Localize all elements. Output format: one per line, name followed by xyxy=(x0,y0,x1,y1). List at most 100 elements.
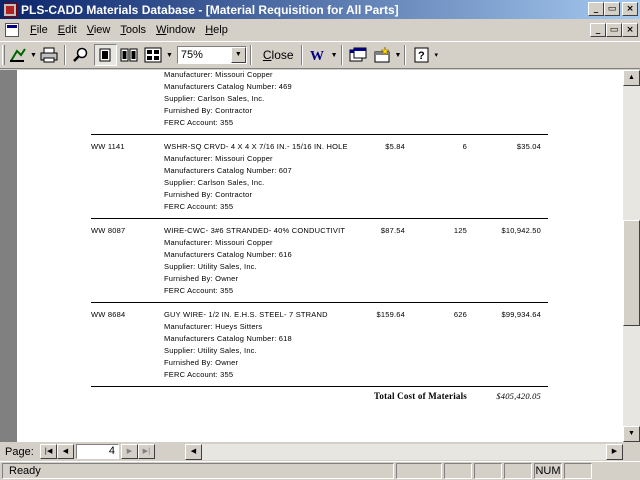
quantity: 6 xyxy=(462,142,467,151)
record-detail-line: Furnished By: Owner xyxy=(164,274,239,283)
printer-icon xyxy=(40,47,58,63)
item-description: WSHR-SQ CRVD- 4 X 4 X 7/16 IN.- 15/16 IN… xyxy=(164,142,348,151)
doc-close-button[interactable]: × xyxy=(622,23,638,37)
magnifier-icon xyxy=(73,47,88,62)
svg-text:?: ? xyxy=(418,50,425,62)
record-divider xyxy=(91,218,548,219)
scroll-up-button[interactable]: ▲ xyxy=(623,70,640,86)
one-page-icon xyxy=(99,48,111,62)
database-window-icon xyxy=(349,47,367,62)
line-total: $10,942.50 xyxy=(501,226,541,235)
zoom-button[interactable] xyxy=(70,44,93,66)
design-view-icon xyxy=(9,48,26,62)
multiple-pages-button[interactable] xyxy=(142,44,165,66)
previous-page-button[interactable]: ◀ xyxy=(57,444,74,459)
stock-number: WW 1141 xyxy=(91,142,125,151)
toolbar-separator xyxy=(340,45,343,65)
two-pages-button[interactable] xyxy=(118,44,141,66)
record-detail-line: Furnished By: Contractor xyxy=(164,190,253,199)
chevron-down-icon[interactable]: ▼ xyxy=(395,52,402,59)
vertical-scroll-thumb[interactable] xyxy=(623,220,640,326)
close-window-button[interactable]: × xyxy=(622,2,638,16)
record-detail-line: Manufacturer: Hueys Sitters xyxy=(164,322,263,331)
title-bar: PLS-CADD Materials Database - [Material … xyxy=(0,0,640,19)
record-detail-line: Supplier: Utility Sales, Inc. xyxy=(164,262,257,271)
vertical-scrollbar[interactable]: ▲ ▼ xyxy=(623,70,640,442)
multiple-pages-icon xyxy=(144,47,162,63)
menu-edit[interactable]: Edit xyxy=(53,24,82,36)
stock-number: WW 8684 xyxy=(91,310,126,319)
minimize-button[interactable]: _ xyxy=(588,2,604,16)
chevron-down-icon[interactable]: ▼ xyxy=(331,52,338,59)
scroll-down-button[interactable]: ▼ xyxy=(623,426,640,442)
status-indicator-empty xyxy=(444,463,472,479)
restore-button[interactable]: ▭ xyxy=(604,2,620,16)
num-lock-indicator: NUM xyxy=(534,463,562,479)
record-detail-line: Manufacturers Catalog Number: 607 xyxy=(164,166,292,175)
record-detail-line: FERC Account: 355 xyxy=(164,202,234,211)
record-detail-line: Manufacturer: Missouri Copper xyxy=(164,70,273,79)
chevron-down-icon[interactable]: ▾ xyxy=(434,51,438,59)
unit-cost: $159.64 xyxy=(376,310,405,319)
zoom-dropdown-arrow[interactable]: ▼ xyxy=(230,47,246,63)
unit-cost: $5.84 xyxy=(385,142,405,151)
menu-tools[interactable]: Tools xyxy=(115,24,151,36)
record-detail-line: FERC Account: 355 xyxy=(164,118,234,127)
report-page[interactable]: Manufacturer: Missouri Copper Manufactur… xyxy=(17,70,623,442)
menu-window[interactable]: Window xyxy=(151,24,200,36)
new-object-button[interactable] xyxy=(371,44,394,66)
status-indicator-empty xyxy=(396,463,442,479)
record-detail-line: Manufacturers Catalog Number: 616 xyxy=(164,250,292,259)
scroll-right-button[interactable]: ▶ xyxy=(606,444,623,460)
new-object-icon xyxy=(374,47,390,63)
database-window-button[interactable] xyxy=(347,44,370,66)
print-preview-toolbar: ▼ ▼ 75% ▼ Close W ▼ ▼ ? ▾ xyxy=(0,41,640,69)
word-icon: W xyxy=(310,49,324,63)
doc-minimize-button[interactable]: _ xyxy=(590,23,606,37)
next-page-button[interactable]: ▶ xyxy=(121,444,138,459)
record-detail-line: FERC Account: 355 xyxy=(164,370,234,379)
menu-view[interactable]: View xyxy=(82,24,116,36)
window-title: PLS-CADD Materials Database - [Material … xyxy=(21,2,399,17)
toolbar-separator xyxy=(300,45,303,65)
toolbar-separator xyxy=(404,45,407,65)
chevron-down-icon[interactable]: ▼ xyxy=(30,52,37,59)
record-divider xyxy=(91,302,548,303)
status-indicator-empty xyxy=(474,463,502,479)
zoom-select[interactable]: 75% ▼ xyxy=(176,46,247,64)
horizontal-scrollbar[interactable]: ◀ ▶ xyxy=(185,444,623,460)
report-preview-area: Manufacturer: Missouri Copper Manufactur… xyxy=(0,70,623,442)
scroll-left-button[interactable]: ◀ xyxy=(185,444,202,460)
close-preview-button[interactable]: Close xyxy=(259,48,298,62)
help-button[interactable]: ? xyxy=(410,44,433,66)
status-indicator-empty xyxy=(504,463,532,479)
status-bar: Ready NUM xyxy=(0,461,640,480)
app-icon[interactable] xyxy=(3,2,17,17)
status-indicator-empty xyxy=(564,463,592,479)
one-page-button[interactable] xyxy=(93,44,117,66)
menu-bar: File Edit View Tools Window Help _ ▭ × xyxy=(0,19,640,41)
help-icon: ? xyxy=(414,47,429,63)
menu-file[interactable]: File xyxy=(25,24,53,36)
print-button[interactable] xyxy=(38,44,61,66)
doc-restore-button[interactable]: ▭ xyxy=(606,23,622,37)
item-description: WIRE-CWC- 3#6 STRANDED- 40% CONDUCTIVIT xyxy=(164,226,346,235)
total-cost-label: Total Cost of Materials xyxy=(374,391,468,401)
document-icon[interactable] xyxy=(5,23,19,37)
chevron-down-icon[interactable]: ▼ xyxy=(166,52,173,59)
zoom-value: 75% xyxy=(180,49,203,61)
line-total: $35.04 xyxy=(516,142,541,151)
record-detail-line: Manufacturer: Missouri Copper xyxy=(164,154,273,163)
status-text: Ready xyxy=(2,463,394,479)
record-detail-line: Supplier: Utility Sales, Inc. xyxy=(164,346,257,355)
page-number-input[interactable]: 4 xyxy=(76,444,119,459)
word-export-button[interactable]: W xyxy=(307,44,330,66)
toolbar-grip[interactable] xyxy=(2,45,5,65)
quantity: 626 xyxy=(453,310,467,319)
menu-help[interactable]: Help xyxy=(200,24,233,36)
svg-text:W: W xyxy=(310,49,324,63)
last-page-button[interactable]: ▶| xyxy=(138,444,155,459)
first-page-button[interactable]: |◀ xyxy=(40,444,57,459)
design-view-button[interactable] xyxy=(6,44,29,66)
total-cost-value: $405,420.05 xyxy=(496,391,541,401)
